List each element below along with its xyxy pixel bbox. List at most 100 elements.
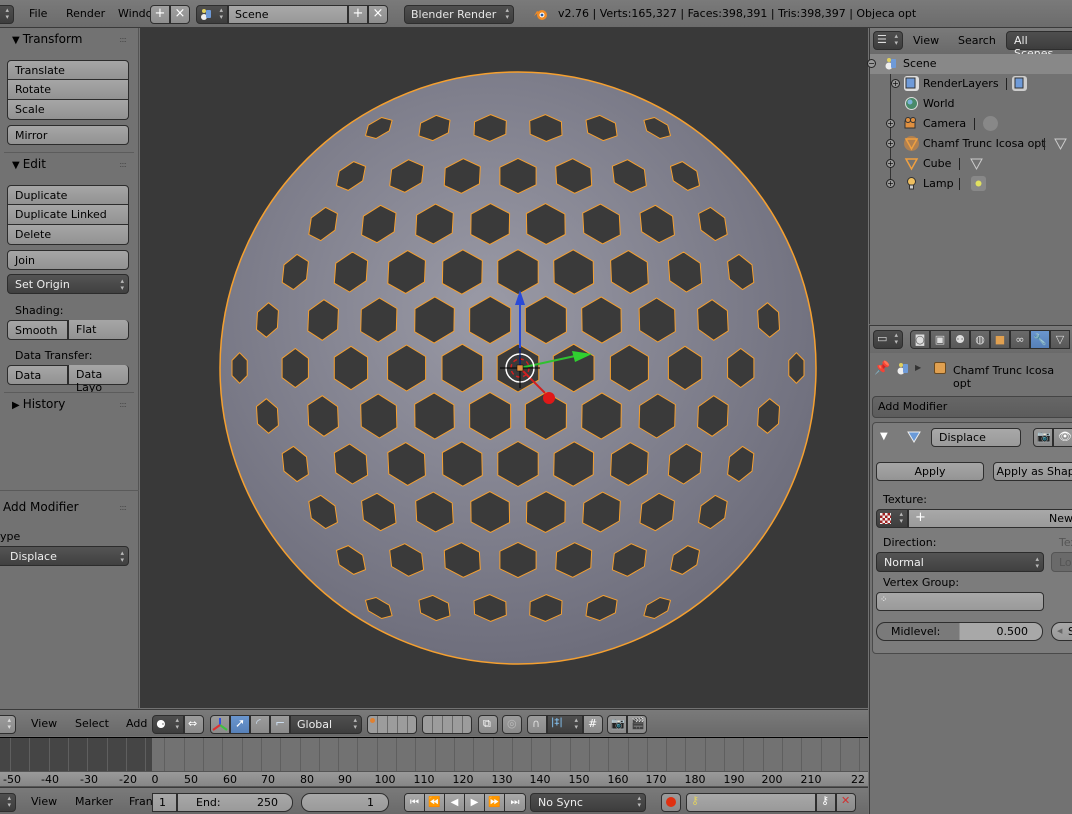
outliner-item-world[interactable]: World bbox=[870, 94, 1072, 114]
direction-select[interactable]: Normal ▴ ▾ bbox=[876, 552, 1044, 572]
data-layout-button[interactable]: Data Layo bbox=[68, 365, 129, 394]
scene-browse-button[interactable]: ▴ ▾ bbox=[196, 5, 228, 24]
x-arrow-icon[interactable] bbox=[543, 392, 555, 404]
add-screen-button[interactable]: + bbox=[150, 5, 170, 24]
smooth-button[interactable]: Smooth bbox=[7, 320, 68, 340]
expand-icon[interactable]: + bbox=[886, 159, 895, 168]
texture-coords-select[interactable]: Loc bbox=[1051, 552, 1072, 572]
delete-keyframe-button[interactable]: ✕ bbox=[836, 793, 856, 812]
layers-group-2[interactable] bbox=[422, 715, 472, 734]
duplicate-linked-button[interactable]: Duplicate Linked bbox=[7, 205, 129, 225]
texture-browse-button[interactable]: ▴ ▾ bbox=[876, 509, 908, 528]
menu-frame[interactable]: Fran bbox=[129, 795, 153, 808]
jump-end-button[interactable]: ⏭ bbox=[505, 794, 525, 811]
pivot-point-select[interactable]: ⚈ ▴ ▾ bbox=[152, 715, 184, 734]
layers-group-1[interactable] bbox=[367, 715, 417, 734]
expand-icon[interactable]: + bbox=[886, 139, 895, 148]
snap-target-button[interactable]: # bbox=[583, 715, 603, 734]
panel-header-history[interactable]: ▶ History bbox=[12, 397, 65, 411]
strength-field[interactable]: ◀ S bbox=[1051, 622, 1072, 641]
delete-scene-button[interactable]: × bbox=[368, 5, 388, 24]
prev-keyframe-button[interactable]: ⏪ bbox=[425, 794, 445, 811]
opengl-render-animation-button[interactable]: 🎬 bbox=[627, 715, 647, 734]
timeline-editor[interactable]: -50 -40 -30 -20 0 50 60 70 80 90 100 110 120 130 140 15… bbox=[0, 737, 868, 787]
editor-type-selector[interactable]: ▴ ▾ bbox=[0, 5, 14, 24]
tab-render[interactable]: ◙ bbox=[910, 330, 930, 349]
panel-grip-icon[interactable]: :::: bbox=[119, 503, 127, 512]
set-origin-select[interactable]: Set Origin ▴ ▾ bbox=[7, 274, 129, 294]
expand-icon[interactable]: + bbox=[886, 119, 895, 128]
opengl-render-image-button[interactable]: 📷 bbox=[607, 715, 627, 734]
auto-keying-button[interactable] bbox=[661, 793, 681, 812]
menu-file[interactable]: File bbox=[29, 7, 47, 20]
play-reverse-button[interactable]: ◀ bbox=[445, 794, 465, 811]
panel-grip-icon[interactable]: :::: bbox=[119, 400, 127, 409]
menu-marker[interactable]: Marker bbox=[75, 795, 113, 808]
tab-render-layers[interactable]: ▣ bbox=[930, 330, 950, 349]
rotate-manipulator-button[interactable]: ◜ bbox=[250, 715, 270, 734]
menu-window[interactable]: Windo bbox=[118, 7, 152, 20]
collapse-icon[interactable]: − bbox=[867, 59, 876, 68]
mesh-data-icon[interactable] bbox=[1053, 136, 1068, 151]
scale-manipulator-button[interactable]: ⌐ bbox=[270, 715, 290, 734]
flat-button[interactable]: Flat bbox=[68, 320, 129, 340]
menu-view[interactable]: View bbox=[31, 795, 57, 808]
mirror-button[interactable]: Mirror bbox=[7, 125, 129, 145]
tab-world[interactable]: ◍ bbox=[970, 330, 990, 349]
play-button[interactable]: ▶ bbox=[465, 794, 485, 811]
outliner-item-cube[interactable]: + Cube bbox=[870, 154, 1072, 174]
next-keyframe-button[interactable]: ⏩ bbox=[485, 794, 505, 811]
frame-ruler[interactable]: -50 -40 -30 -20 0 50 60 70 80 90 100 110 120 130 140 15… bbox=[0, 771, 868, 787]
3d-viewport[interactable] bbox=[140, 28, 868, 708]
add-scene-button[interactable]: + bbox=[348, 5, 368, 24]
collapse-triangle-icon[interactable]: ▼ bbox=[880, 431, 888, 442]
new-texture-button[interactable]: + New bbox=[908, 509, 1072, 528]
menu-view[interactable]: View bbox=[31, 717, 57, 730]
mesh-data-icon[interactable] bbox=[969, 156, 984, 171]
editor-type-selector[interactable]: ▭ ▴ ▾ bbox=[873, 330, 903, 349]
keying-set-field[interactable]: ⚷ bbox=[686, 793, 816, 812]
vertex-group-field[interactable]: ⁘ bbox=[876, 592, 1044, 611]
editor-type-selector[interactable]: ▴ ▾ bbox=[0, 715, 16, 734]
pin-icon[interactable]: 📌 bbox=[874, 361, 890, 376]
transform-orientation-select[interactable]: Global ▴ ▾ bbox=[290, 715, 362, 734]
expand-icon[interactable]: + bbox=[886, 179, 895, 188]
duplicate-button[interactable]: Duplicate bbox=[7, 185, 129, 205]
translate-button[interactable]: Translate bbox=[7, 60, 129, 80]
viewport-visibility-toggle[interactable]: 👁 bbox=[1053, 428, 1072, 447]
start-frame-field[interactable]: 1 bbox=[152, 793, 177, 812]
panel-header-transform[interactable]: ▼ Transform bbox=[12, 32, 82, 46]
render-layer-data-icon[interactable] bbox=[1012, 76, 1027, 91]
scale-button[interactable]: Scale bbox=[7, 100, 129, 120]
snap-element-select[interactable]: |‡| ▴ ▾ bbox=[547, 715, 583, 734]
delete-screen-button[interactable]: × bbox=[170, 5, 190, 24]
menu-select[interactable]: Select bbox=[75, 717, 109, 730]
panel-grip-icon[interactable]: :::: bbox=[119, 35, 127, 44]
render-engine-select[interactable]: Blender Render ▴ ▾ bbox=[404, 5, 514, 24]
display-mode-select[interactable]: All Scenes bbox=[1006, 31, 1072, 60]
proportional-editing-button[interactable]: ◎ bbox=[502, 715, 522, 734]
menu-view[interactable]: View bbox=[913, 34, 939, 47]
outliner-item-renderlayers[interactable]: + RenderLayers bbox=[870, 74, 1072, 94]
render-toggle[interactable]: 📷 bbox=[1033, 428, 1053, 447]
insert-keyframe-button[interactable]: ⚷ bbox=[816, 793, 836, 812]
delete-button[interactable]: Delete bbox=[7, 225, 129, 245]
end-frame-field[interactable]: End: 250 bbox=[177, 793, 293, 812]
apply-as-shape-button[interactable]: Apply as Shape bbox=[993, 462, 1072, 481]
join-button[interactable]: Join bbox=[7, 250, 129, 270]
lock-layers-button[interactable]: ⧉ bbox=[478, 715, 498, 734]
expand-icon[interactable]: + bbox=[891, 79, 900, 88]
menu-search[interactable]: Search bbox=[958, 34, 996, 47]
data-transfer-button[interactable]: Data bbox=[7, 365, 68, 385]
outliner-item-chamf-trunc-icosa-opt[interactable]: + Chamf Trunc Icosa opt bbox=[870, 134, 1072, 154]
tab-constraints[interactable]: ∞ bbox=[1010, 330, 1030, 349]
outliner-item-camera[interactable]: + Camera bbox=[870, 114, 1072, 134]
editor-type-selector[interactable]: ▴ ▾ bbox=[0, 793, 16, 812]
outliner-item-scene[interactable]: − Scene bbox=[867, 54, 1072, 74]
panel-header-edit[interactable]: ▼ Edit bbox=[12, 157, 46, 171]
translate-manipulator-button[interactable]: ➚ bbox=[230, 715, 250, 734]
snap-toggle[interactable]: ∩ bbox=[527, 715, 547, 734]
jump-start-button[interactable]: ⏮ bbox=[405, 794, 425, 811]
apply-button[interactable]: Apply bbox=[876, 462, 984, 481]
camera-data-icon[interactable] bbox=[983, 116, 998, 131]
